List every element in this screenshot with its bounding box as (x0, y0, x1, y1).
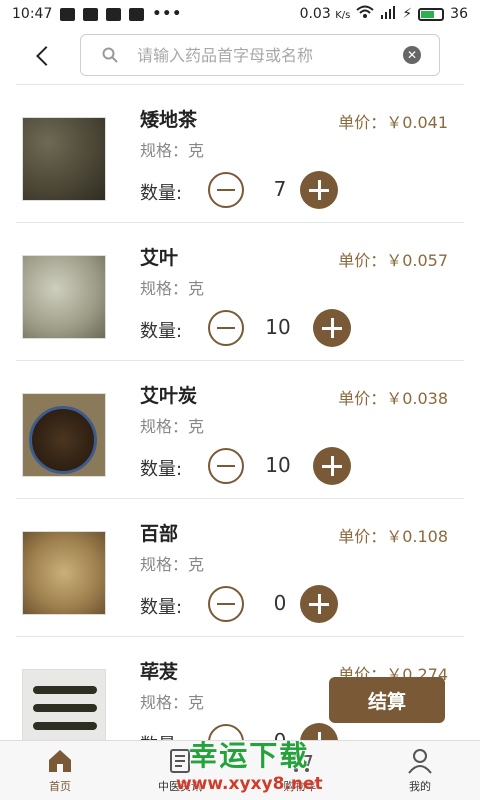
unit-price: 单价：￥0.057 (338, 251, 448, 270)
medicine-spec: 规格：克 (140, 417, 205, 436)
news-icon (170, 749, 190, 773)
tab-cart[interactable]: 购物车 (240, 741, 360, 800)
video-icon (83, 7, 99, 21)
home-icon (49, 750, 71, 772)
back-arrow-icon (36, 46, 56, 66)
unit-price: 单价：￥0.041 (338, 113, 448, 132)
medicine-spec: 规格：克 (140, 279, 205, 298)
quantity-label: 数量: (140, 597, 183, 618)
unit-price: 单价：￥0.108 (338, 527, 448, 546)
battery-icon (418, 7, 445, 21)
medicine-name: 荜茇 (140, 661, 179, 683)
increase-button[interactable] (300, 171, 338, 209)
notification-icon (60, 7, 76, 21)
medicine-name: 矮地茶 (140, 109, 198, 131)
decrease-button[interactable] (208, 172, 244, 208)
header: ✕ (0, 28, 480, 84)
upload-icon (106, 7, 122, 21)
quantity-label: 数量: (140, 731, 182, 740)
quantity-label: 数量: (140, 321, 183, 342)
medicine-image (22, 393, 106, 477)
clear-icon[interactable]: ✕ (403, 46, 421, 64)
tab-label: 首页 (49, 780, 71, 793)
decrease-button[interactable] (208, 724, 244, 740)
list-item: 艾叶炭 规格：克 单价：￥0.038 数量: 10 (16, 361, 464, 499)
unit-price: 单价：￥0.038 (338, 389, 448, 408)
signal-icon (380, 5, 396, 23)
user-icon (408, 749, 432, 774)
medicine-name: 艾叶炭 (140, 385, 198, 407)
increase-button[interactable] (300, 723, 338, 740)
quantity-value: 10 (265, 315, 291, 339)
medicine-list: 矮地茶 规格：克 单价：￥0.041 数量: 7 艾叶 规格：克 单价：￥0.0… (16, 84, 464, 740)
decrease-button[interactable] (208, 310, 244, 346)
tab-news[interactable]: 中医资讯 (120, 741, 240, 800)
quantity-value: 10 (265, 453, 291, 477)
list-item: 矮地茶 规格：克 单价：￥0.041 数量: 7 (16, 85, 464, 223)
tab-label: 购物车 (283, 780, 317, 793)
bottom-tab-bar: 首页 中医资讯 购物车 我的 (0, 740, 480, 800)
medicine-spec: 规格：克 (140, 555, 205, 574)
search-icon (95, 47, 125, 63)
quantity-value: 0 (273, 591, 287, 615)
quantity-value: 0 (262, 729, 298, 740)
medicine-image (22, 255, 106, 339)
network-speed: 0.03 K/s (299, 6, 351, 22)
charging-icon: ⚡ (402, 6, 413, 22)
back-button[interactable] (24, 38, 60, 74)
increase-button[interactable] (313, 447, 351, 485)
medicine-name: 百部 (140, 523, 179, 545)
cart-icon (288, 751, 313, 772)
search-bar: ✕ (80, 34, 440, 76)
quantity-label: 数量: (140, 459, 183, 480)
medicine-name: 艾叶 (140, 247, 179, 269)
medicine-image (22, 531, 106, 615)
image-icon (129, 7, 145, 21)
list-item: 百部 规格：克 单价：￥0.108 数量: 0 (16, 499, 464, 637)
more-notifications-icon: ••• (152, 6, 183, 22)
increase-button[interactable] (300, 585, 338, 623)
medicine-image (22, 117, 106, 201)
decrease-button[interactable] (208, 586, 244, 622)
decrease-button[interactable] (208, 448, 244, 484)
battery-level: 36 (450, 6, 468, 22)
tab-label: 中医资讯 (158, 780, 202, 793)
quantity-value: 7 (273, 177, 287, 201)
status-bar: 10:47 ••• 0.03 K/s ⚡ 36 (0, 0, 480, 28)
quantity-label: 数量: (140, 183, 183, 204)
search-input[interactable] (137, 45, 403, 65)
medicine-image (22, 669, 106, 740)
tab-mine[interactable]: 我的 (360, 741, 480, 800)
tab-label: 我的 (409, 780, 431, 793)
status-time: 10:47 (12, 6, 53, 22)
list-item: 艾叶 规格：克 单价：￥0.057 数量: 10 (16, 223, 464, 361)
medicine-spec: 规格：克 (140, 693, 205, 712)
wifi-icon (356, 5, 374, 23)
increase-button[interactable] (313, 309, 351, 347)
medicine-spec: 规格：克 (140, 141, 205, 160)
checkout-button[interactable]: 结算 (329, 677, 445, 723)
tab-home[interactable]: 首页 (0, 741, 120, 800)
